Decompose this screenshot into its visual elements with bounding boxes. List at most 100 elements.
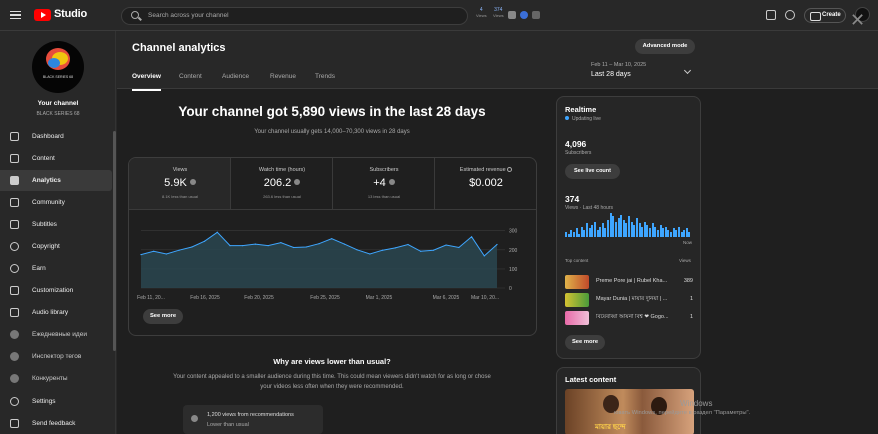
date-period[interactable]: Last 28 days	[591, 71, 631, 78]
top-content-item[interactable]: Preme Pore jai | Rubel Kha... 389	[565, 274, 695, 290]
data-point[interactable]	[356, 249, 358, 251]
sidebar-item-dashboard[interactable]: Dashboard	[0, 126, 112, 147]
sidebar-item-customization[interactable]: Customization	[0, 280, 112, 301]
tag-inspector-icon	[10, 352, 19, 361]
data-point[interactable]	[242, 245, 244, 247]
sidebar-item-feedback[interactable]: Send feedback	[0, 413, 112, 434]
copyright-icon	[10, 242, 19, 251]
kpi-revenue[interactable]: Estimated revenue $0.002	[435, 158, 536, 209]
data-point[interactable]	[445, 244, 447, 246]
realtime-bar[interactable]	[609, 213, 612, 237]
tab-content[interactable]: Content	[179, 73, 202, 80]
data-point[interactable]	[280, 241, 282, 244]
help-icon[interactable]	[785, 10, 795, 20]
info-icon[interactable]	[388, 179, 395, 185]
search-input[interactable]: Search across your channel	[121, 7, 468, 25]
sidebar-item-audio-library[interactable]: Audio library	[0, 302, 112, 323]
data-point[interactable]	[140, 253, 142, 256]
data-point[interactable]	[178, 249, 180, 251]
youtube-logo-icon[interactable]	[34, 9, 51, 21]
sidebar-item-ideas[interactable]: Ежедневные идеи	[0, 324, 112, 345]
tab-audience[interactable]: Audience	[222, 73, 249, 80]
x-tick-label: Feb 16, 2025	[190, 295, 220, 301]
data-point[interactable]	[432, 249, 435, 251]
sidebar-item-earn[interactable]: Earn	[0, 258, 112, 279]
data-point[interactable]	[153, 250, 155, 252]
data-point[interactable]	[305, 246, 307, 248]
subtitles-icon	[10, 220, 19, 229]
advanced-mode-button[interactable]: Advanced mode	[635, 39, 695, 54]
data-point[interactable]	[229, 245, 231, 247]
realtime-bar[interactable]	[620, 214, 623, 237]
realtime-bar[interactable]	[578, 233, 581, 237]
messages-icon[interactable]	[766, 10, 776, 20]
sidebar-item-copyright[interactable]: Copyright	[0, 236, 112, 257]
realtime-bar[interactable]	[567, 233, 570, 237]
data-point[interactable]	[292, 246, 295, 249]
menu-icon[interactable]	[10, 11, 21, 19]
views-area-chart[interactable]: 300 200 100 0 Feb 11, 20... Feb 16, 2025 Feb 2…	[129, 213, 537, 313]
data-point[interactable]	[267, 245, 269, 247]
realtime-bar[interactable]	[599, 226, 602, 237]
info-icon[interactable]	[189, 179, 196, 185]
sidebar-scrollbar[interactable]	[113, 131, 116, 351]
realtime-bar-chart[interactable]	[565, 213, 691, 237]
tab-revenue[interactable]: Revenue	[270, 73, 296, 80]
data-point[interactable]	[496, 243, 498, 246]
top-content-item[interactable]: Mayar Dunia | মায়ার দুনিয়া | ... 1	[565, 292, 695, 308]
data-point[interactable]	[394, 247, 396, 249]
data-point[interactable]	[191, 246, 193, 248]
realtime-bar[interactable]	[630, 221, 633, 237]
data-point[interactable]	[216, 231, 218, 233]
data-point[interactable]	[254, 243, 257, 245]
kpi-watch-time[interactable]: Watch time (hours) 206.2 263.6 less than…	[231, 158, 333, 209]
data-point[interactable]	[470, 236, 473, 238]
sidebar-item-subtitles[interactable]: Subtitles	[0, 214, 112, 235]
data-point[interactable]	[458, 246, 460, 249]
create-button[interactable]: Create	[804, 8, 846, 23]
data-point[interactable]	[331, 238, 333, 240]
sidebar-item-label: Customization	[32, 287, 74, 294]
info-icon[interactable]	[294, 179, 301, 185]
realtime-see-more-button[interactable]: See more	[565, 335, 605, 350]
realtime-bar[interactable]	[683, 230, 686, 237]
sidebar-item-competitors[interactable]: Конкуренты	[0, 368, 112, 389]
top-content-item[interactable]: বিয়েবাব্বা আয়না বিশ্ব ❤ Gogo... 1	[565, 310, 695, 326]
tab-trends[interactable]: Trends	[315, 73, 335, 80]
realtime-bar[interactable]	[662, 228, 665, 237]
close-icon[interactable]: ✕	[850, 12, 865, 30]
kpi-subscribers[interactable]: Subscribers +4 13 less than usual	[333, 158, 435, 209]
realtime-bar[interactable]	[588, 228, 591, 237]
why-title: Why are views lower than usual?	[273, 357, 391, 366]
channel-avatar[interactable]: BLACK SERIES 68	[32, 41, 84, 93]
data-point[interactable]	[165, 253, 168, 255]
extension-icon[interactable]	[508, 11, 516, 19]
data-point[interactable]	[203, 240, 206, 242]
data-point[interactable]	[420, 250, 422, 252]
chevron-down-icon[interactable]	[683, 66, 692, 75]
data-point[interactable]	[343, 243, 346, 245]
data-point[interactable]	[483, 255, 485, 257]
realtime-bar[interactable]	[641, 226, 644, 237]
data-point[interactable]	[369, 253, 371, 255]
sidebar-item-analytics[interactable]: Analytics	[0, 170, 112, 191]
kpi-views[interactable]: Views 5.9K 8.1K less than usual	[129, 158, 231, 209]
extension-icon-3[interactable]	[532, 11, 540, 19]
sidebar-item-settings[interactable]: Settings	[0, 391, 112, 412]
see-more-button[interactable]: See more	[143, 309, 183, 324]
data-point[interactable]	[381, 249, 384, 251]
revenue-info-icon[interactable]	[507, 167, 513, 172]
realtime-bar[interactable]	[672, 228, 675, 237]
tab-overview[interactable]: Overview	[132, 73, 161, 91]
sidebar-item-content[interactable]: Content	[0, 148, 112, 169]
recommendation-insight[interactable]: 1,200 views from recommendations Lower t…	[183, 405, 323, 434]
sidebar-item-community[interactable]: Community	[0, 192, 112, 213]
sidebar-item-tag-inspector[interactable]: Инспектор тегов	[0, 346, 112, 367]
data-point[interactable]	[407, 243, 409, 246]
extension-icon-2[interactable]	[520, 11, 528, 19]
realtime-bar[interactable]	[651, 223, 654, 237]
date-range[interactable]: Feb 11 – Mar 10, 2025	[591, 62, 646, 68]
data-point[interactable]	[318, 243, 320, 245]
realtime-bar[interactable]	[688, 231, 691, 237]
see-live-count-button[interactable]: See live count	[565, 164, 620, 179]
